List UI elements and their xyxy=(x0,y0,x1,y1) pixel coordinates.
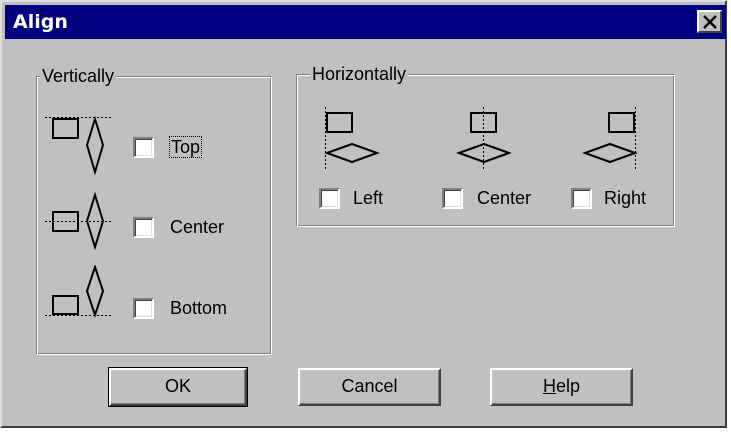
vertical-top-checkbox[interactable] xyxy=(133,137,154,158)
horizontal-center-label[interactable]: Center xyxy=(477,187,531,209)
horizontal-right-checkbox[interactable] xyxy=(571,188,592,209)
help-mnemonic: H xyxy=(542,376,556,396)
horizontal-left-checkbox[interactable] xyxy=(319,188,340,209)
title-bar[interactable]: Align xyxy=(5,5,726,39)
help-button[interactable]: Help xyxy=(490,368,633,406)
vertically-legend: Vertically xyxy=(40,65,117,87)
align-right-icon xyxy=(582,107,638,171)
vertical-bottom-checkbox[interactable] xyxy=(133,298,154,319)
horizontal-center-checkbox[interactable] xyxy=(442,188,463,209)
dialog-title: Align xyxy=(13,11,68,33)
vertically-group: Vertically Top Center Bottom xyxy=(36,65,272,355)
align-dialog: Align Vertically Top Center Bottom Horiz… xyxy=(0,0,727,428)
close-icon xyxy=(703,15,717,29)
vertical-bottom-label[interactable]: Bottom xyxy=(170,297,227,319)
vertical-top-label[interactable]: Top xyxy=(168,136,203,158)
horizontally-group: Horizontally Left Center Right xyxy=(296,63,675,227)
align-horizontal-center-icon xyxy=(456,107,512,171)
close-button[interactable] xyxy=(697,10,722,33)
help-label-rest: elp xyxy=(555,376,581,396)
vertical-center-label[interactable]: Center xyxy=(170,216,224,238)
align-top-icon xyxy=(45,115,111,176)
cancel-button[interactable]: Cancel xyxy=(298,368,441,406)
horizontal-right-label[interactable]: Right xyxy=(604,187,646,209)
horizontal-left-label[interactable]: Left xyxy=(353,187,383,209)
horizontally-legend: Horizontally xyxy=(310,63,409,85)
vertical-center-checkbox[interactable] xyxy=(133,217,154,238)
ok-button[interactable]: OK xyxy=(108,367,248,407)
align-bottom-icon xyxy=(45,265,111,319)
align-left-icon xyxy=(324,107,380,171)
align-vertical-center-icon xyxy=(45,192,111,250)
